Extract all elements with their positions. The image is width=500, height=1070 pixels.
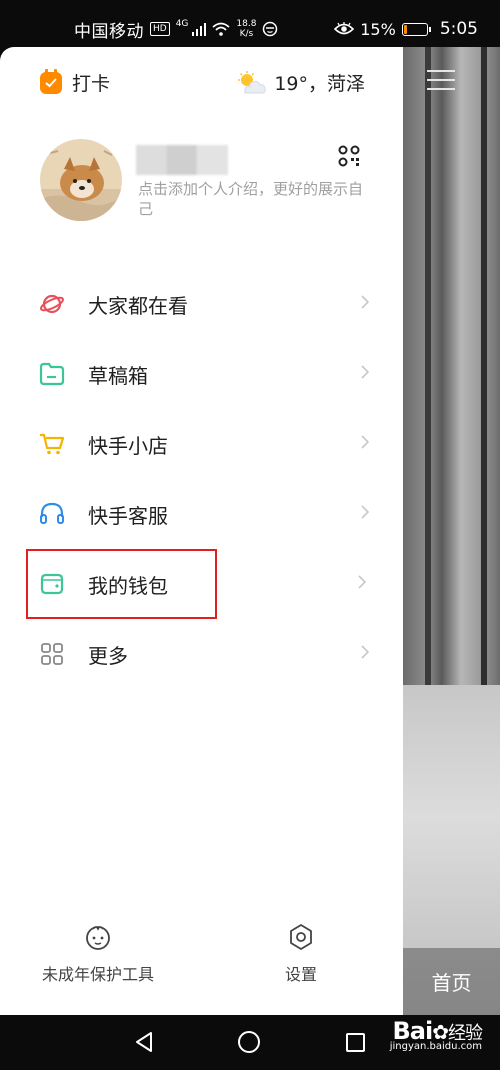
checkin-label: 打卡: [72, 73, 111, 95]
speed-value: 18.8: [236, 19, 257, 29]
child-face-icon: [86, 926, 110, 950]
recent-apps-icon[interactable]: [346, 1033, 365, 1052]
menu-item-wallet[interactable]: 我的钱包: [26, 549, 367, 619]
menu-item-more[interactable]: 更多: [26, 619, 376, 689]
menu-item-trending[interactable]: 大家都在看: [26, 269, 376, 339]
username-blurred: [136, 145, 228, 175]
calendar-check-icon: [40, 68, 62, 94]
menu-item-shop[interactable]: 快手小店: [26, 409, 376, 479]
wallet-icon: [38, 570, 66, 598]
vpn-face-icon: [263, 21, 278, 37]
partly-cloudy-icon: [238, 70, 266, 93]
gear-icon: [290, 924, 312, 950]
weather-text: 19°，菏泽: [274, 73, 365, 95]
planet-icon: [38, 290, 66, 318]
hd-badge: HD: [150, 22, 170, 36]
tab-home[interactable]: 首页: [403, 948, 500, 1015]
qr-code-icon[interactable]: [338, 145, 360, 167]
profile-section[interactable]: 点击添加个人介绍，更好的展示自己: [40, 139, 370, 227]
menu-label: 快手小店: [88, 433, 168, 458]
hamburger-menu-icon[interactable]: [427, 70, 455, 97]
battery-icon: [401, 22, 431, 36]
wifi-icon: [212, 22, 230, 36]
eye-comfort-icon: [334, 22, 355, 35]
chevron-right-icon: [361, 365, 370, 379]
minor-protection-label: 未成年保护工具: [42, 965, 155, 984]
system-nav-bar: Bai✿经验 jingyan.baidu.com: [0, 1015, 500, 1070]
cart-icon: [38, 430, 66, 458]
baidu-watermark: Bai✿经验 jingyan.baidu.com: [389, 1017, 483, 1052]
chevron-right-icon: [361, 645, 370, 659]
drawer-footer: 未成年保护工具 设置: [0, 923, 403, 985]
chevron-right-icon: [361, 295, 370, 309]
speed-unit: K/s: [239, 29, 254, 39]
menu-label: 我的钱包: [88, 573, 168, 598]
settings-label: 设置: [285, 965, 318, 984]
headset-icon: [38, 500, 66, 528]
watermark-url: jingyan.baidu.com: [389, 1041, 482, 1052]
chevron-right-icon: [361, 505, 370, 519]
checkin-button[interactable]: 打卡: [40, 68, 111, 96]
settings-button[interactable]: 设置: [285, 923, 317, 985]
side-drawer: 打卡 19°，菏泽 点击添加个人介绍，更好的展示自己 大家都在看 草稿箱 快手小…: [0, 47, 403, 1015]
battery-percent: 15%: [360, 19, 396, 39]
network-speed: 18.8 K/s: [236, 19, 256, 39]
menu-label: 更多: [88, 643, 128, 668]
menu-label: 快手客服: [88, 503, 168, 528]
weather-widget[interactable]: 19°，菏泽: [236, 69, 365, 96]
feed-background[interactable]: [403, 47, 500, 1015]
grid-icon: [38, 640, 66, 668]
clock: 5:05: [439, 19, 478, 39]
menu-label: 草稿箱: [88, 363, 148, 388]
chevron-right-icon: [361, 435, 370, 449]
home-icon[interactable]: [238, 1031, 260, 1053]
minor-protection-button[interactable]: 未成年保护工具: [42, 923, 154, 985]
menu-label: 大家都在看: [88, 293, 188, 318]
menu-item-customer-service[interactable]: 快手客服: [26, 479, 376, 549]
avatar[interactable]: [40, 139, 122, 221]
profile-bio[interactable]: 点击添加个人介绍，更好的展示自己: [138, 179, 363, 219]
folder-icon: [38, 360, 66, 388]
signal-icon: [192, 22, 207, 36]
menu-item-drafts[interactable]: 草稿箱: [26, 339, 376, 409]
chevron-right-icon: [358, 575, 367, 589]
network-type: 4G: [175, 19, 189, 29]
carrier-name: 中国移动: [74, 21, 144, 42]
back-icon[interactable]: [133, 1031, 155, 1053]
drawer-menu: 大家都在看 草稿箱 快手小店 快手客服 我的钱包 更多: [26, 269, 376, 689]
